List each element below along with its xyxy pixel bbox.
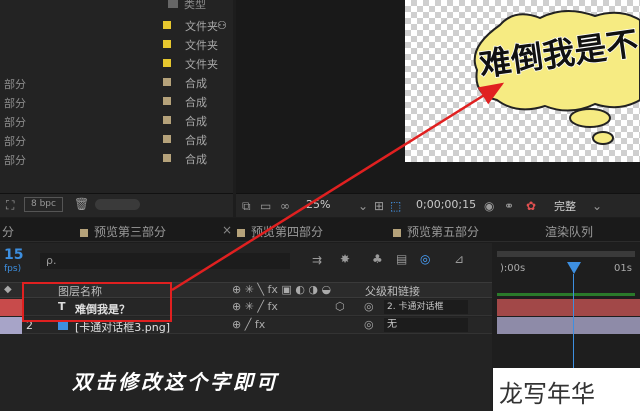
watermark: 龙写年华 — [493, 368, 640, 411]
annotation-arrow — [171, 82, 505, 292]
instruction-caption: 双击修改这个字即可 — [72, 370, 279, 394]
